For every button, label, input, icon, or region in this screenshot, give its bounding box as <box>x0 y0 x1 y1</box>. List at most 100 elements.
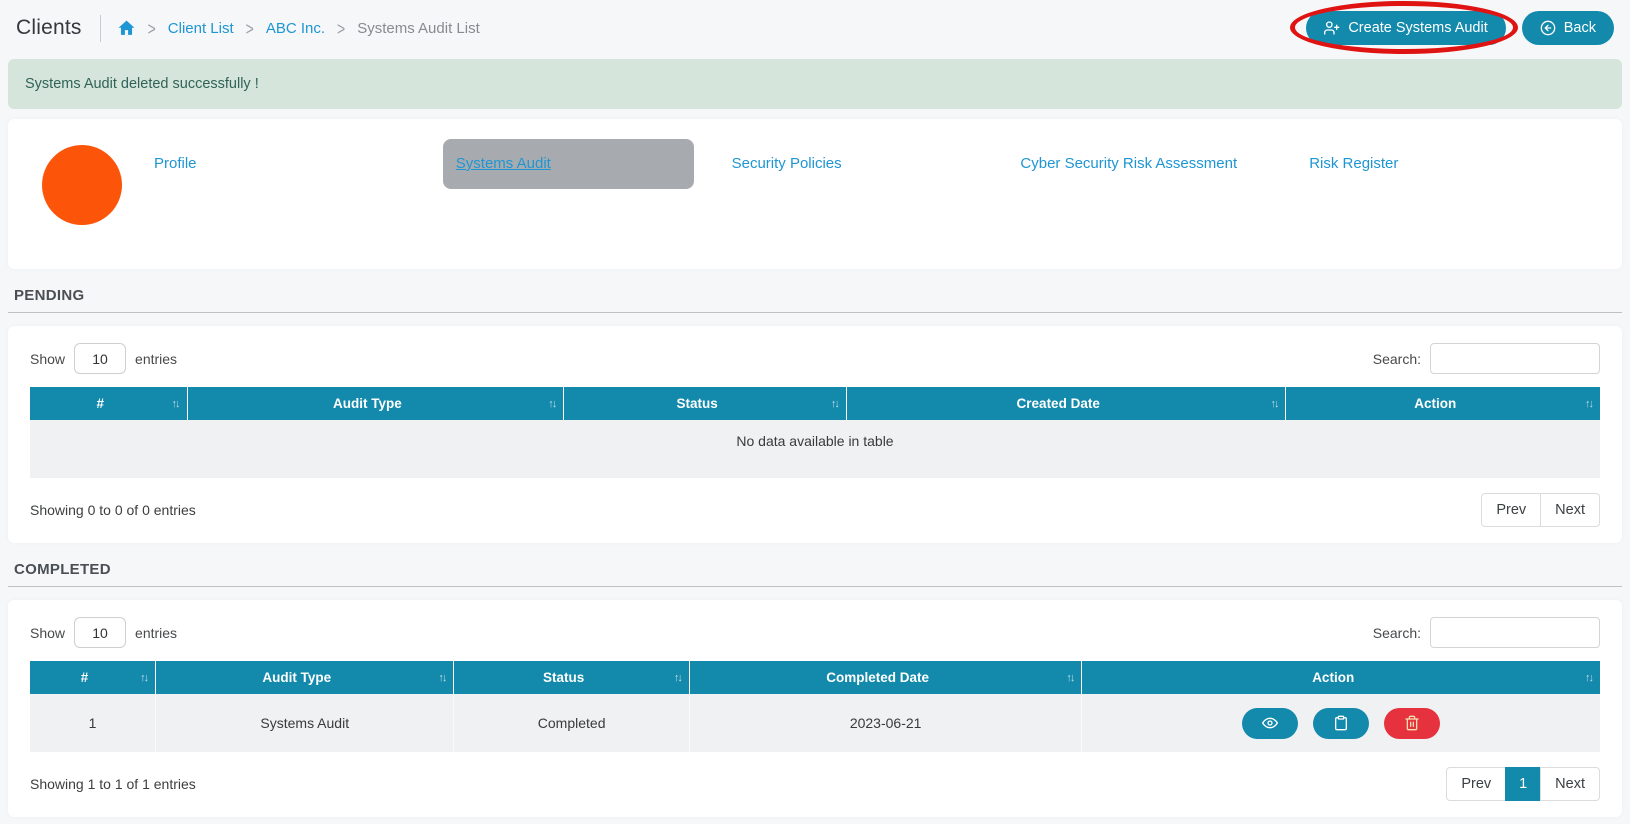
tab-systems-audit-active[interactable]: Systems Audit <box>443 139 694 189</box>
completed-col-status[interactable]: Status ↑↓ <box>454 661 690 694</box>
column-label: Audit Type <box>333 396 402 411</box>
column-label: # <box>81 670 89 685</box>
title-divider <box>100 15 101 42</box>
tab-risk-register[interactable]: Risk Register <box>1309 155 1398 172</box>
top-bar: Clients > Client List > ABC Inc. > Syste… <box>0 0 1630 54</box>
pending-prev-button[interactable]: Prev <box>1481 493 1541 527</box>
chevron-right-icon: > <box>148 17 156 39</box>
completed-col-index[interactable]: # ↑↓ <box>30 661 156 694</box>
sort-icon: ↑↓ <box>1270 397 1277 409</box>
completed-table-row: 1 Systems Audit Completed 2023-06-21 <box>30 694 1600 752</box>
pending-col-index[interactable]: # ↑↓ <box>30 387 187 420</box>
pending-table: # ↑↓ Audit Type ↑↓ Status↑↓ Created Date ↑↓… <box>30 387 1600 478</box>
top-bar-actions: Create Systems Audit Back <box>1306 11 1614 45</box>
row-completed-date-cell: 2023-06-21 <box>689 694 1082 752</box>
completed-col-action[interactable]: Action ↑↓ <box>1082 661 1600 694</box>
sort-icon: ↑↓ <box>1585 671 1592 683</box>
pending-col-audit-type[interactable]: Audit Type ↑↓ <box>187 387 564 420</box>
eye-icon <box>1262 715 1278 731</box>
sort-icon: ↑↓ <box>674 671 681 683</box>
pending-section-heading: PENDING <box>8 287 1622 313</box>
pending-page-size-input[interactable] <box>74 343 126 374</box>
completed-pagination: Prev 1 Next <box>1446 767 1600 801</box>
delete-button[interactable] <box>1384 708 1440 739</box>
trash-icon <box>1404 715 1420 731</box>
column-label: # <box>96 396 104 411</box>
tab-systems-audit[interactable]: Systems Audit <box>456 155 551 172</box>
page-title: Clients <box>16 16 82 40</box>
breadcrumb-abc-inc[interactable]: ABC Inc. <box>266 20 325 37</box>
completed-col-audit-type[interactable]: Audit Type ↑↓ <box>156 661 454 694</box>
completed-prev-button[interactable]: Prev <box>1446 767 1506 801</box>
pending-pagination: Prev Next <box>1481 493 1600 527</box>
pending-col-status[interactable]: Status↑↓ <box>564 387 847 420</box>
action-buttons <box>1090 708 1592 739</box>
pending-next-button[interactable]: Next <box>1540 493 1600 527</box>
row-audit-type-cell: Systems Audit <box>156 694 454 752</box>
view-button[interactable] <box>1242 708 1298 739</box>
client-tabs: Profile Systems Audit Security Policies … <box>154 141 1598 225</box>
tab-cyber-risk-cell: Cyber Security Risk Assessment <box>1020 155 1309 173</box>
completed-section-heading: COMPLETED <box>8 561 1622 587</box>
row-index-cell: 1 <box>30 694 156 752</box>
completed-table-card: Show entries Search: # ↑↓ Audit Type ↑↓ St… <box>8 600 1622 817</box>
pending-summary: Showing 0 to 0 of 0 entries <box>30 502 196 518</box>
completed-table: # ↑↓ Audit Type ↑↓ Status ↑↓ Completed Date… <box>30 661 1600 752</box>
client-card: Profile Systems Audit Security Policies … <box>8 119 1622 269</box>
completed-search-input[interactable] <box>1430 617 1600 648</box>
completed-page-1-button[interactable]: 1 <box>1505 767 1541 801</box>
show-label: Show <box>30 351 65 367</box>
completed-next-button[interactable]: Next <box>1540 767 1600 801</box>
search-label: Search: <box>1373 351 1421 367</box>
tab-risk-register-cell: Risk Register <box>1309 155 1598 173</box>
tab-cyber-security-risk-assessment[interactable]: Cyber Security Risk Assessment <box>1020 155 1237 172</box>
row-action-cell <box>1082 694 1600 752</box>
pending-table-controls: Show entries Search: <box>30 343 1600 374</box>
clipboard-icon <box>1333 715 1349 731</box>
create-button-label: Create Systems Audit <box>1348 20 1487 36</box>
pending-col-action[interactable]: Action↑↓ <box>1286 387 1600 420</box>
pending-table-card: Show entries Search: # ↑↓ Audit Type ↑↓ St… <box>8 326 1622 543</box>
completed-col-completed-date[interactable]: Completed Date↑↓ <box>689 661 1082 694</box>
create-button-wrap: Create Systems Audit <box>1306 11 1505 45</box>
breadcrumb-client-list[interactable]: Client List <box>168 20 234 37</box>
row-status-cell: Completed <box>454 694 690 752</box>
completed-table-controls: Show entries Search: <box>30 617 1600 648</box>
sort-icon: ↑↓ <box>548 397 555 409</box>
pending-search-input[interactable] <box>1430 343 1600 374</box>
show-label: Show <box>30 625 65 641</box>
completed-search-control: Search: <box>1373 617 1600 648</box>
column-label: Status <box>543 670 584 685</box>
completed-length-control: Show entries <box>30 617 177 648</box>
sort-icon: ↑↓ <box>438 671 445 683</box>
back-button-label: Back <box>1564 20 1596 36</box>
sort-icon: ↑↓ <box>140 671 147 683</box>
create-systems-audit-button[interactable]: Create Systems Audit <box>1306 11 1505 45</box>
column-label: Created Date <box>1017 396 1100 411</box>
tab-security-policies[interactable]: Security Policies <box>732 155 842 172</box>
sort-icon: ↑↓ <box>1066 671 1073 683</box>
pending-col-created-date[interactable]: Created Date ↑↓ <box>846 387 1286 420</box>
tab-security-policies-cell: Security Policies <box>732 155 1021 173</box>
breadcrumb: > Client List > ABC Inc. > Systems Audit… <box>117 19 480 38</box>
completed-page-size-input[interactable] <box>74 617 126 648</box>
column-label: Audit Type <box>262 670 331 685</box>
home-icon[interactable] <box>117 19 136 38</box>
sort-icon: ↑↓ <box>172 397 179 409</box>
user-plus-icon <box>1324 20 1340 36</box>
pending-length-control: Show entries <box>30 343 177 374</box>
entries-label: entries <box>135 625 177 641</box>
pending-empty-row: No data available in table <box>30 420 1600 478</box>
pending-table-footer: Showing 0 to 0 of 0 entries Prev Next <box>30 493 1600 527</box>
completed-table-footer: Showing 1 to 1 of 1 entries Prev 1 Next <box>30 767 1600 801</box>
pending-search-control: Search: <box>1373 343 1600 374</box>
back-button[interactable]: Back <box>1522 11 1614 45</box>
copy-button[interactable] <box>1313 708 1369 739</box>
column-label: Action <box>1414 396 1456 411</box>
column-label: Status <box>676 396 717 411</box>
tab-profile[interactable]: Profile <box>154 155 197 172</box>
success-alert: Systems Audit deleted successfully ! <box>8 59 1622 109</box>
column-label: Action <box>1312 670 1354 685</box>
empty-message: No data available in table <box>30 420 1600 478</box>
arrow-left-circle-icon <box>1540 20 1556 36</box>
